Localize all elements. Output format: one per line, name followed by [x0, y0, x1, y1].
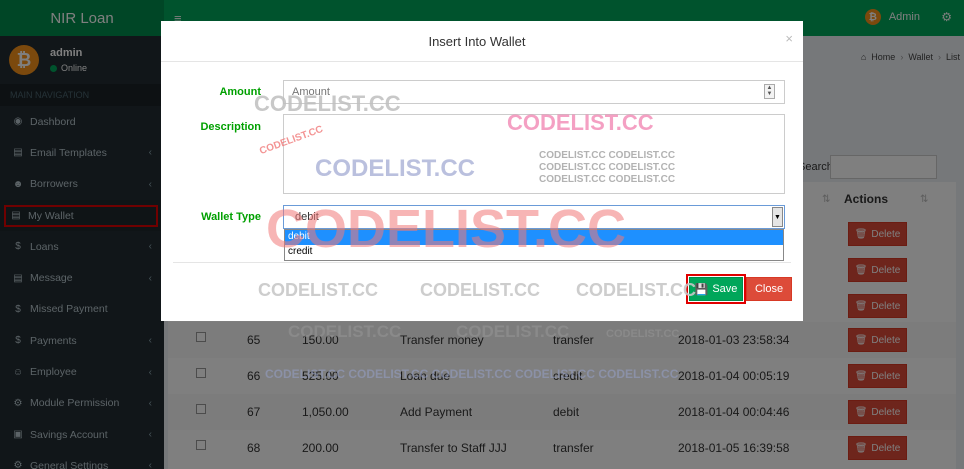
wallet-type-option-debit[interactable]: debit: [285, 230, 783, 245]
save-button[interactable]: 💾 Save: [686, 274, 746, 304]
wallet-type-dropdown: debit credit: [284, 229, 784, 261]
wallet-type-select[interactable]: debit: [283, 205, 785, 229]
description-label: Description: [200, 121, 261, 133]
amount-label: Amount: [219, 86, 261, 98]
close-icon[interactable]: ×: [785, 31, 793, 46]
description-textarea[interactable]: [283, 114, 785, 194]
chevron-down-icon[interactable]: ▼: [772, 207, 783, 227]
wallet-type-label: Wallet Type: [201, 211, 261, 223]
modal-divider: [161, 61, 803, 62]
number-spinner-icon[interactable]: ▲ ▼: [764, 84, 775, 99]
save-icon: 💾: [694, 283, 709, 296]
modal-footer-divider: [173, 262, 791, 263]
amount-input[interactable]: [283, 80, 785, 104]
insert-wallet-modal: Insert Into Wallet × Amount ▲▼ Descripti…: [161, 21, 803, 321]
wallet-type-option-credit[interactable]: credit: [285, 245, 783, 260]
close-button[interactable]: Close: [746, 277, 792, 301]
save-label: Save: [712, 283, 738, 295]
modal-title: Insert Into Wallet: [428, 34, 526, 49]
